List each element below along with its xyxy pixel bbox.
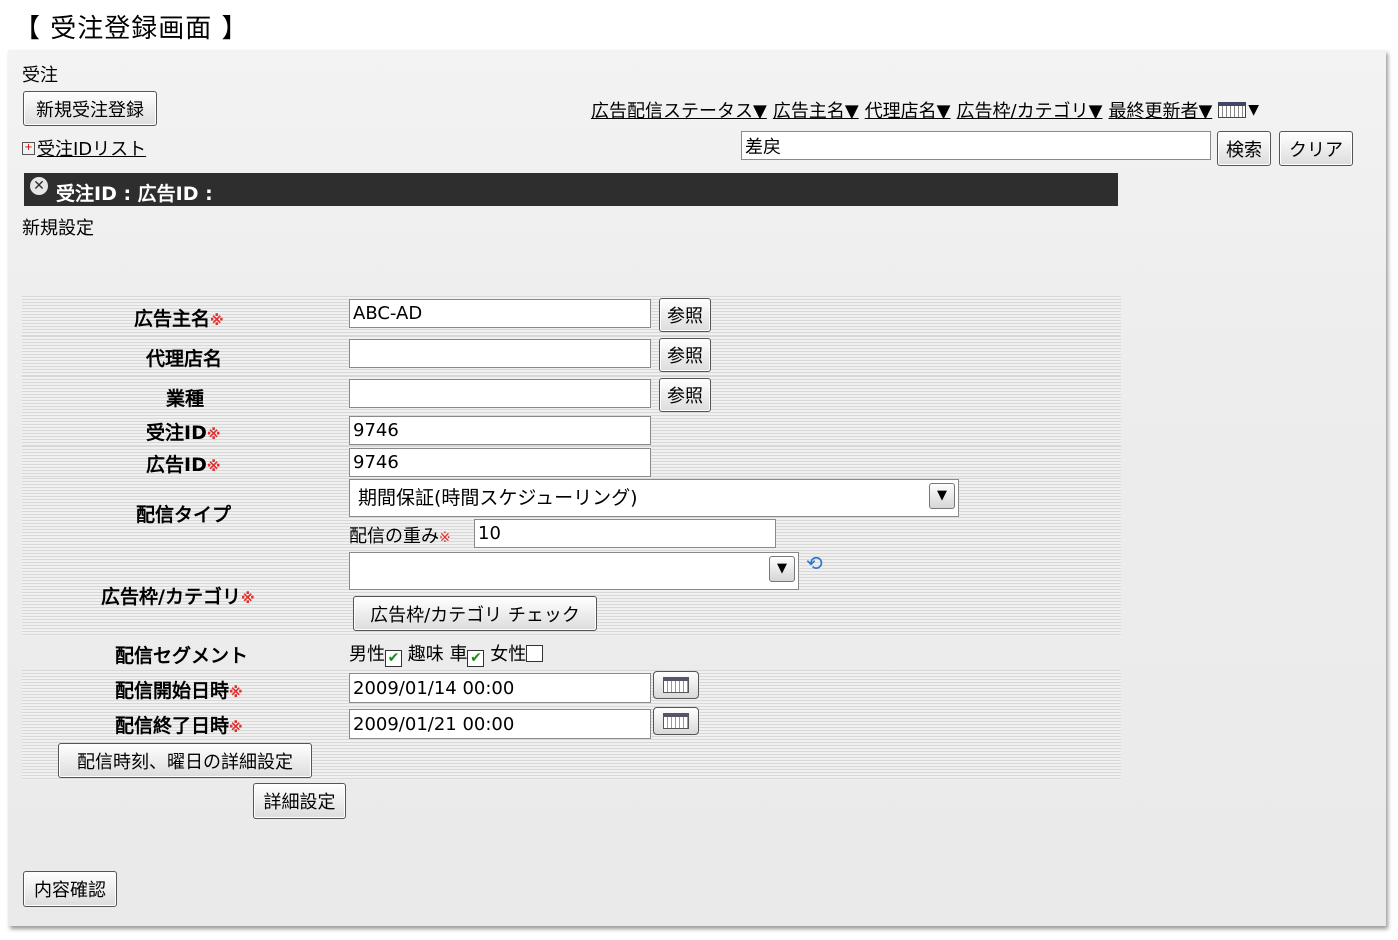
page-title: 【 受注登録画面 】 (14, 14, 249, 44)
row-agency: 代理店名 参照 (22, 336, 1121, 376)
advertiser-label: 広告主名※ (134, 308, 224, 330)
section-label: 受注 (22, 65, 58, 86)
confirm-button[interactable]: 内容確認 (23, 871, 117, 907)
detail-settings-button[interactable]: 詳細設定 (253, 783, 346, 819)
column-picker[interactable]: ▼ (1218, 102, 1259, 118)
agency-input[interactable] (349, 339, 651, 368)
delivery-type-select[interactable]: 期間保証(時間スケジューリング) ▼ (349, 479, 959, 517)
order-id-list[interactable]: + 受注IDリスト (22, 135, 146, 161)
main-panel: 受注 新規受注登録 広告配信ステータス▼ 広告主名▼ 代理店名▼ 広告枠/カテゴ… (8, 50, 1386, 926)
industry-ref-button[interactable]: 参照 (659, 378, 711, 412)
filter-advertiser[interactable]: 広告主名▼ (773, 97, 859, 123)
chevron-down-icon: ▼ (1248, 102, 1260, 118)
start-datetime-input[interactable] (349, 673, 651, 703)
close-icon[interactable]: ✕ (30, 177, 48, 195)
row-industry: 業種 参照 (22, 376, 1121, 415)
industry-label: 業種 (166, 388, 205, 410)
row-end-datetime: 配信終了日時※ (22, 706, 1121, 742)
row-segment: 配信セグメント 男性 ✔ 趣味 車 ✔ 女性 (22, 636, 1121, 670)
filter-bar: 広告配信ステータス▼ 広告主名▼ 代理店名▼ 広告枠/カテゴリ▼ 最終更新者▼ … (591, 97, 1259, 123)
end-calendar-button[interactable] (653, 707, 699, 735)
chevron-down-icon: ▼ (769, 556, 795, 582)
clear-button[interactable]: クリア (1279, 131, 1353, 166)
filter-ad-slot[interactable]: 広告枠/カテゴリ▼ (957, 97, 1103, 123)
end-datetime-label: 配信終了日時※ (115, 715, 243, 737)
table-icon (1218, 102, 1247, 118)
ad-slot-select[interactable]: ▼ (349, 552, 799, 590)
order-id-label: 受注ID※ (146, 422, 221, 444)
agency-label: 代理店名 (146, 348, 223, 370)
row-ad-id: 広告ID※ (22, 446, 1121, 478)
segment-female-label: 女性 (490, 644, 527, 665)
calendar-icon (663, 713, 689, 729)
search-button[interactable]: 検索 (1217, 131, 1271, 166)
ad-id-input[interactable] (349, 448, 651, 477)
row-schedule: 配信時刻、曜日の詳細設定 (22, 742, 1121, 780)
segment-label: 配信セグメント (115, 645, 249, 667)
row-start-datetime: 配信開始日時※ (22, 670, 1121, 706)
industry-input[interactable] (349, 379, 651, 408)
schedule-detail-button[interactable]: 配信時刻、曜日の詳細設定 (58, 743, 312, 778)
plus-box-icon: + (22, 141, 35, 155)
row-ad-slot: 広告枠/カテゴリ※ ▼ ⟲ 広告枠/カテゴリ チェック (22, 550, 1121, 636)
row-order-id: 受注ID※ (22, 415, 1121, 446)
chevron-down-icon: ▼ (929, 483, 955, 509)
start-datetime-label: 配信開始日時※ (115, 680, 243, 702)
segment-options: 男性 ✔ 趣味 車 ✔ 女性 (349, 640, 544, 667)
new-order-button[interactable]: 新規受注登録 (23, 91, 157, 126)
order-id-list-link[interactable]: 受注IDリスト (37, 135, 146, 161)
filter-agency[interactable]: 代理店名▼ (865, 97, 951, 123)
agency-ref-button[interactable]: 参照 (659, 338, 711, 372)
segment-male-checkbox[interactable]: ✔ (385, 650, 402, 667)
ad-slot-label: 広告枠/カテゴリ※ (101, 586, 255, 608)
mode-label: 新規設定 (22, 218, 94, 239)
record-header-bar: ✕ 受注ID : 広告ID : (24, 173, 1118, 206)
segment-car-hobby-checkbox[interactable]: ✔ (467, 650, 485, 667)
row-advertiser: 広告主名※ 参照 (22, 296, 1121, 336)
start-calendar-button[interactable] (653, 671, 699, 699)
segment-female-checkbox[interactable] (526, 645, 544, 662)
row-delivery-type: 配信タイプ 期間保証(時間スケジューリング) ▼ 配信の重み※ (22, 478, 1121, 550)
filter-last-updater[interactable]: 最終更新者▼ (1108, 97, 1212, 123)
record-header-title: 受注ID : 広告ID : (56, 183, 213, 205)
delivery-type-label: 配信タイプ (136, 504, 232, 526)
filter-delivery-status[interactable]: 広告配信ステータス▼ (591, 97, 767, 123)
ad-slot-check-button[interactable]: 広告枠/カテゴリ チェック (353, 596, 597, 631)
advertiser-input[interactable] (349, 299, 651, 328)
end-datetime-input[interactable] (349, 709, 651, 739)
calendar-icon (663, 677, 689, 693)
advertiser-ref-button[interactable]: 参照 (659, 298, 711, 332)
weight-input[interactable] (474, 519, 776, 548)
refresh-icon[interactable]: ⟲ (806, 552, 828, 574)
delivery-type-selected: 期間保証(時間スケジューリング) (358, 487, 638, 509)
segment-car-hobby-label: 趣味 車 (407, 644, 468, 665)
weight-label: 配信の重み※ (349, 526, 451, 547)
search-input[interactable] (741, 131, 1211, 160)
ad-id-label: 広告ID※ (146, 454, 221, 476)
order-id-input[interactable] (349, 416, 651, 445)
segment-male-label: 男性 (349, 644, 385, 665)
